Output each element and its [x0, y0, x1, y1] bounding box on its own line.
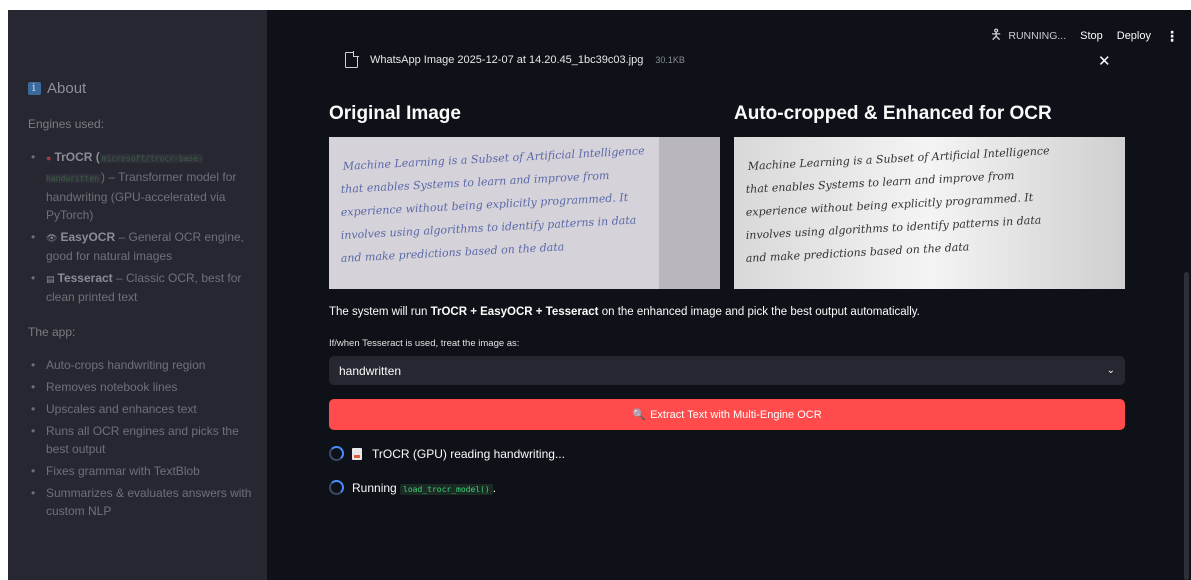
stop-button[interactable]: Stop: [1080, 30, 1103, 42]
select-value: handwritten: [339, 363, 402, 378]
engine-item-trocr: ●TrOCR (microsoft/trocr-base-handwritten…: [28, 148, 256, 224]
status-trocr: TrOCR (GPU) reading handwriting...: [329, 446, 565, 461]
spinner-icon: [329, 446, 344, 461]
function-code: load_trocr_model(): [400, 483, 493, 495]
info-icon: [28, 81, 41, 95]
engines-list: ●TrOCR (microsoft/trocr-base-handwritten…: [28, 148, 256, 310]
sidebar: About Engines used: ●TrOCR (microsoft/tr…: [8, 10, 267, 580]
system-description: The system will run TrOCR + EasyOCR + Te…: [329, 306, 920, 318]
file-icon: [345, 51, 359, 68]
enhanced-image-heading: Auto-cropped & Enhanced for OCR: [734, 103, 1052, 124]
app-frame: About Engines used: ●TrOCR (microsoft/tr…: [8, 10, 1191, 580]
file-name: WhatsApp Image 2025-12-07 at 14.20.45_1b…: [370, 54, 644, 66]
search-icon: 🔍: [632, 409, 647, 421]
tesseract-mode-select[interactable]: handwritten ⌄: [329, 356, 1125, 385]
file-size: 30.1KB: [655, 55, 685, 65]
remove-file-icon[interactable]: ✕: [1098, 52, 1111, 70]
brain-icon: ●: [46, 153, 52, 163]
original-image-heading: Original Image: [329, 103, 461, 124]
engine-item-tesseract: ▤Tesseract – Classic OCR, best for clean…: [28, 269, 256, 306]
page-icon: [352, 447, 362, 460]
feature-item: Upscales and enhances text: [28, 400, 256, 418]
document-icon: ▤: [46, 274, 55, 284]
engines-heading: Engines used:: [28, 117, 105, 131]
app-features-list: Auto-crops handwriting region Removes no…: [28, 356, 256, 524]
running-indicator: 🯅 RUNNING...: [990, 24, 1066, 48]
about-heading: About: [28, 80, 86, 97]
extract-button-label: Extract Text with Multi-Engine OCR: [650, 408, 822, 421]
original-image: Machine Learning is a Subset of Artifici…: [329, 137, 720, 289]
tesseract-mode-label: If/when Tesseract is used, treat the ima…: [329, 338, 520, 349]
running-label: RUNNING...: [1008, 30, 1067, 42]
chevron-down-icon: ⌄: [1106, 365, 1115, 376]
header-toolbar: 🯅 RUNNING... Stop Deploy ⋮: [990, 24, 1179, 48]
feature-item: Removes notebook lines: [28, 378, 256, 396]
about-title: About: [47, 80, 87, 97]
status-trocr-text: TrOCR (GPU) reading handwriting...: [372, 446, 565, 461]
app-heading: The app:: [28, 325, 76, 339]
status-running: Running load_trocr_model().: [329, 480, 496, 495]
feature-item: Auto-crops handwriting region: [28, 356, 256, 374]
running-person-icon: 🯅: [990, 26, 1003, 42]
deploy-button[interactable]: Deploy: [1117, 30, 1151, 42]
spinner-icon: [329, 480, 344, 495]
main-menu-icon[interactable]: ⋮: [1165, 28, 1179, 45]
feature-item: Runs all OCR engines and picks the best …: [28, 422, 256, 458]
eye-icon: 👁: [46, 233, 58, 243]
scrollbar[interactable]: [1184, 272, 1189, 580]
enhanced-image: Machine Learning is a Subset of Artifici…: [734, 137, 1125, 289]
uploaded-file: WhatsApp Image 2025-12-07 at 14.20.45_1b…: [345, 51, 685, 68]
feature-item: Summarizes & evaluates answers with cust…: [28, 484, 256, 520]
engine-item-easyocr: 👁EasyOCR – General OCR engine, good for …: [28, 228, 256, 265]
feature-item: Fixes grammar with TextBlob: [28, 462, 256, 480]
extract-text-button[interactable]: 🔍 Extract Text with Multi-Engine OCR: [329, 399, 1125, 430]
